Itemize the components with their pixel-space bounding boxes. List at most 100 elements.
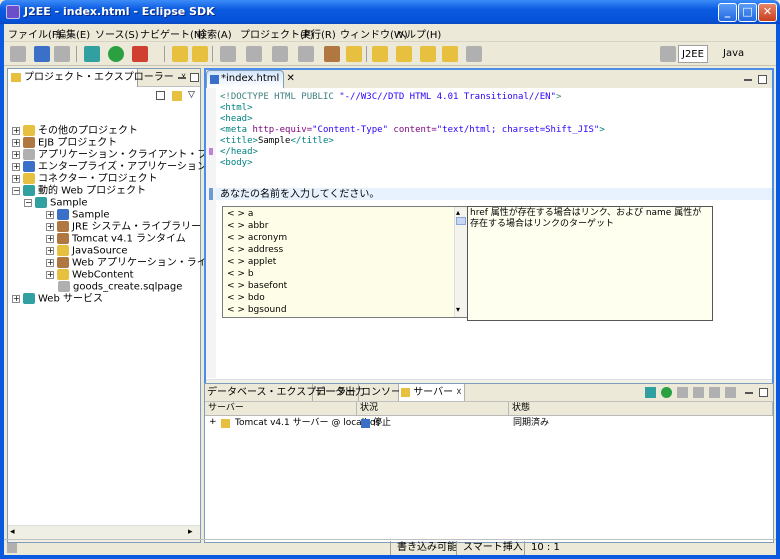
forward-icon[interactable] bbox=[466, 46, 482, 62]
content-assist-item[interactable]: < > a bbox=[227, 208, 253, 220]
code-line[interactable]: <title>Sample</title> bbox=[220, 136, 334, 147]
tree-item[interactable]: + Sample bbox=[46, 209, 110, 221]
expand-icon[interactable]: + bbox=[12, 150, 20, 159]
tree-item[interactable]: + Tomcat v4.1 ランタイム bbox=[46, 233, 186, 245]
debug-server-icon[interactable] bbox=[645, 387, 656, 398]
content-assist-item[interactable]: < > bdo bbox=[227, 292, 265, 304]
content-assist-item[interactable]: < > basefont bbox=[227, 280, 287, 292]
body-text-line[interactable]: あなたの名前を入力してください。 bbox=[220, 185, 379, 200]
content-assist-list[interactable]: < > a < > abbr < > acronym < > address <… bbox=[222, 206, 467, 318]
expand-icon[interactable]: + bbox=[46, 234, 54, 243]
link-with-editor-icon[interactable] bbox=[172, 91, 182, 101]
save-icon[interactable] bbox=[34, 46, 50, 62]
content-assist-item[interactable]: < > applet bbox=[227, 256, 276, 268]
scroll-down-icon[interactable]: ▾ bbox=[456, 305, 460, 314]
collapse-all-icon[interactable] bbox=[156, 91, 165, 100]
view-menu-icon[interactable]: ▽ bbox=[188, 90, 195, 100]
expand-icon[interactable]: + bbox=[12, 174, 20, 183]
print-icon[interactable] bbox=[54, 46, 70, 62]
code-line[interactable]: <head> bbox=[220, 114, 253, 125]
tree-item[interactable]: + その他のプロジェクト bbox=[12, 125, 138, 137]
back-icon[interactable] bbox=[442, 46, 458, 62]
expand-icon[interactable]: + bbox=[12, 294, 20, 303]
maximize-view-icon[interactable] bbox=[759, 388, 768, 397]
scroll-right-icon[interactable]: ▸ bbox=[188, 527, 193, 537]
tab-data-output[interactable]: データ出力 bbox=[313, 384, 365, 401]
next-annotation-icon[interactable] bbox=[372, 46, 388, 62]
code-line[interactable]: </head> bbox=[220, 147, 258, 158]
tab-servers[interactable]: サーバー ☓ bbox=[399, 384, 465, 401]
menu-run[interactable]: 実行(R) bbox=[301, 26, 336, 41]
expand-icon[interactable]: + bbox=[209, 417, 217, 427]
tree-item[interactable]: + Web サービス bbox=[12, 293, 103, 305]
menu-navigate[interactable]: ナビゲート(N) bbox=[140, 26, 205, 41]
minimize-view-icon[interactable] bbox=[178, 77, 186, 79]
annotation-icon[interactable] bbox=[346, 46, 362, 62]
content-assist-item[interactable]: < > acronym bbox=[227, 232, 287, 244]
column-header-state[interactable]: 状態 bbox=[509, 402, 773, 416]
expand-icon[interactable]: + bbox=[12, 162, 20, 171]
last-edit-icon[interactable] bbox=[420, 46, 436, 62]
tree-item[interactable]: + JavaSource bbox=[46, 245, 127, 257]
code-line[interactable]: <html> bbox=[220, 103, 253, 114]
content-assist-scrollbar[interactable]: ▴ ▾ bbox=[454, 207, 467, 317]
content-assist-item[interactable]: < > bgsound bbox=[227, 304, 287, 316]
tree-item[interactable]: + エンタープライズ・アプリケーション bbox=[12, 161, 207, 173]
code-line[interactable]: <!DOCTYPE HTML PUBLIC "-//W3C//DTD HTML … bbox=[220, 92, 561, 103]
column-header-status[interactable]: 状況 bbox=[357, 402, 509, 416]
menu-source[interactable]: ソース(S) bbox=[95, 26, 139, 41]
restart-server-icon[interactable] bbox=[693, 387, 704, 398]
web-browser-icon[interactable] bbox=[220, 46, 236, 62]
title-bar[interactable]: J2EE - index.html - Eclipse SDK _ □ ✕ bbox=[0, 0, 780, 24]
maximize-view-icon[interactable] bbox=[190, 73, 199, 82]
start-server-icon[interactable] bbox=[661, 387, 672, 398]
tree-item[interactable]: − 動的 Web プロジェクト bbox=[12, 185, 146, 197]
scroll-thumb[interactable] bbox=[456, 217, 466, 225]
scroll-left-icon[interactable]: ◂ bbox=[10, 527, 15, 537]
close-button[interactable]: ✕ bbox=[758, 3, 777, 22]
perspective-java[interactable]: Java bbox=[720, 45, 747, 63]
menu-edit[interactable]: 編集(E) bbox=[56, 26, 90, 41]
open-resource-icon[interactable] bbox=[192, 46, 208, 62]
debug-icon[interactable] bbox=[84, 46, 100, 62]
expand-icon[interactable]: + bbox=[46, 246, 54, 255]
content-assist-item[interactable]: < > abbr bbox=[227, 220, 268, 232]
code-line[interactable]: <body> bbox=[220, 158, 253, 169]
search-icon[interactable] bbox=[324, 46, 340, 62]
close-view-icon[interactable]: ☓ bbox=[456, 387, 461, 398]
maximize-button[interactable]: □ bbox=[738, 3, 757, 22]
open-perspective-icon[interactable] bbox=[660, 46, 676, 62]
content-assist-item[interactable]: < > address bbox=[227, 244, 283, 256]
task-icon[interactable] bbox=[298, 46, 314, 62]
server-icon[interactable] bbox=[246, 46, 262, 62]
open-type-icon[interactable] bbox=[172, 46, 188, 62]
tab-console[interactable]: コンソール bbox=[359, 384, 411, 401]
menu-file[interactable]: ファイル(F) bbox=[8, 26, 62, 41]
table-row[interactable]: + Tomcat v4.1 サーバー @ localhos 停止 同期済み bbox=[205, 417, 773, 429]
expand-icon[interactable]: + bbox=[46, 210, 54, 219]
fast-view-icon[interactable] bbox=[7, 543, 17, 553]
profile-server-icon[interactable] bbox=[677, 387, 688, 398]
publish-icon[interactable] bbox=[725, 387, 736, 398]
maximize-editor-icon[interactable] bbox=[758, 75, 767, 84]
scroll-up-icon[interactable]: ▴ bbox=[456, 208, 460, 217]
external-tools-icon[interactable] bbox=[132, 46, 148, 62]
new-icon[interactable] bbox=[10, 46, 26, 62]
close-editor-icon[interactable]: ✕ bbox=[287, 73, 295, 84]
tree-item[interactable]: + コネクター・プロジェクト bbox=[12, 173, 158, 185]
previous-annotation-icon[interactable] bbox=[396, 46, 412, 62]
tree-item[interactable]: + WebContent bbox=[46, 269, 134, 281]
perspective-j2ee[interactable]: J2EE bbox=[678, 45, 708, 63]
database-icon[interactable] bbox=[272, 46, 288, 62]
tab-index-html[interactable]: *index.html ✕ bbox=[206, 70, 295, 88]
menu-help[interactable]: ヘルプ(H) bbox=[396, 26, 441, 41]
expand-icon[interactable]: + bbox=[12, 138, 20, 147]
tab-database-explorer[interactable]: データベース・エクスプローラー bbox=[205, 384, 356, 401]
tree-item[interactable]: − Sample bbox=[24, 197, 88, 209]
minimize-editor-icon[interactable] bbox=[744, 79, 752, 81]
expand-icon[interactable]: + bbox=[46, 270, 54, 279]
run-icon[interactable] bbox=[108, 46, 124, 62]
content-assist-item[interactable]: < > b bbox=[227, 268, 254, 280]
expand-icon[interactable]: + bbox=[46, 222, 54, 231]
stop-server-icon[interactable] bbox=[709, 387, 720, 398]
